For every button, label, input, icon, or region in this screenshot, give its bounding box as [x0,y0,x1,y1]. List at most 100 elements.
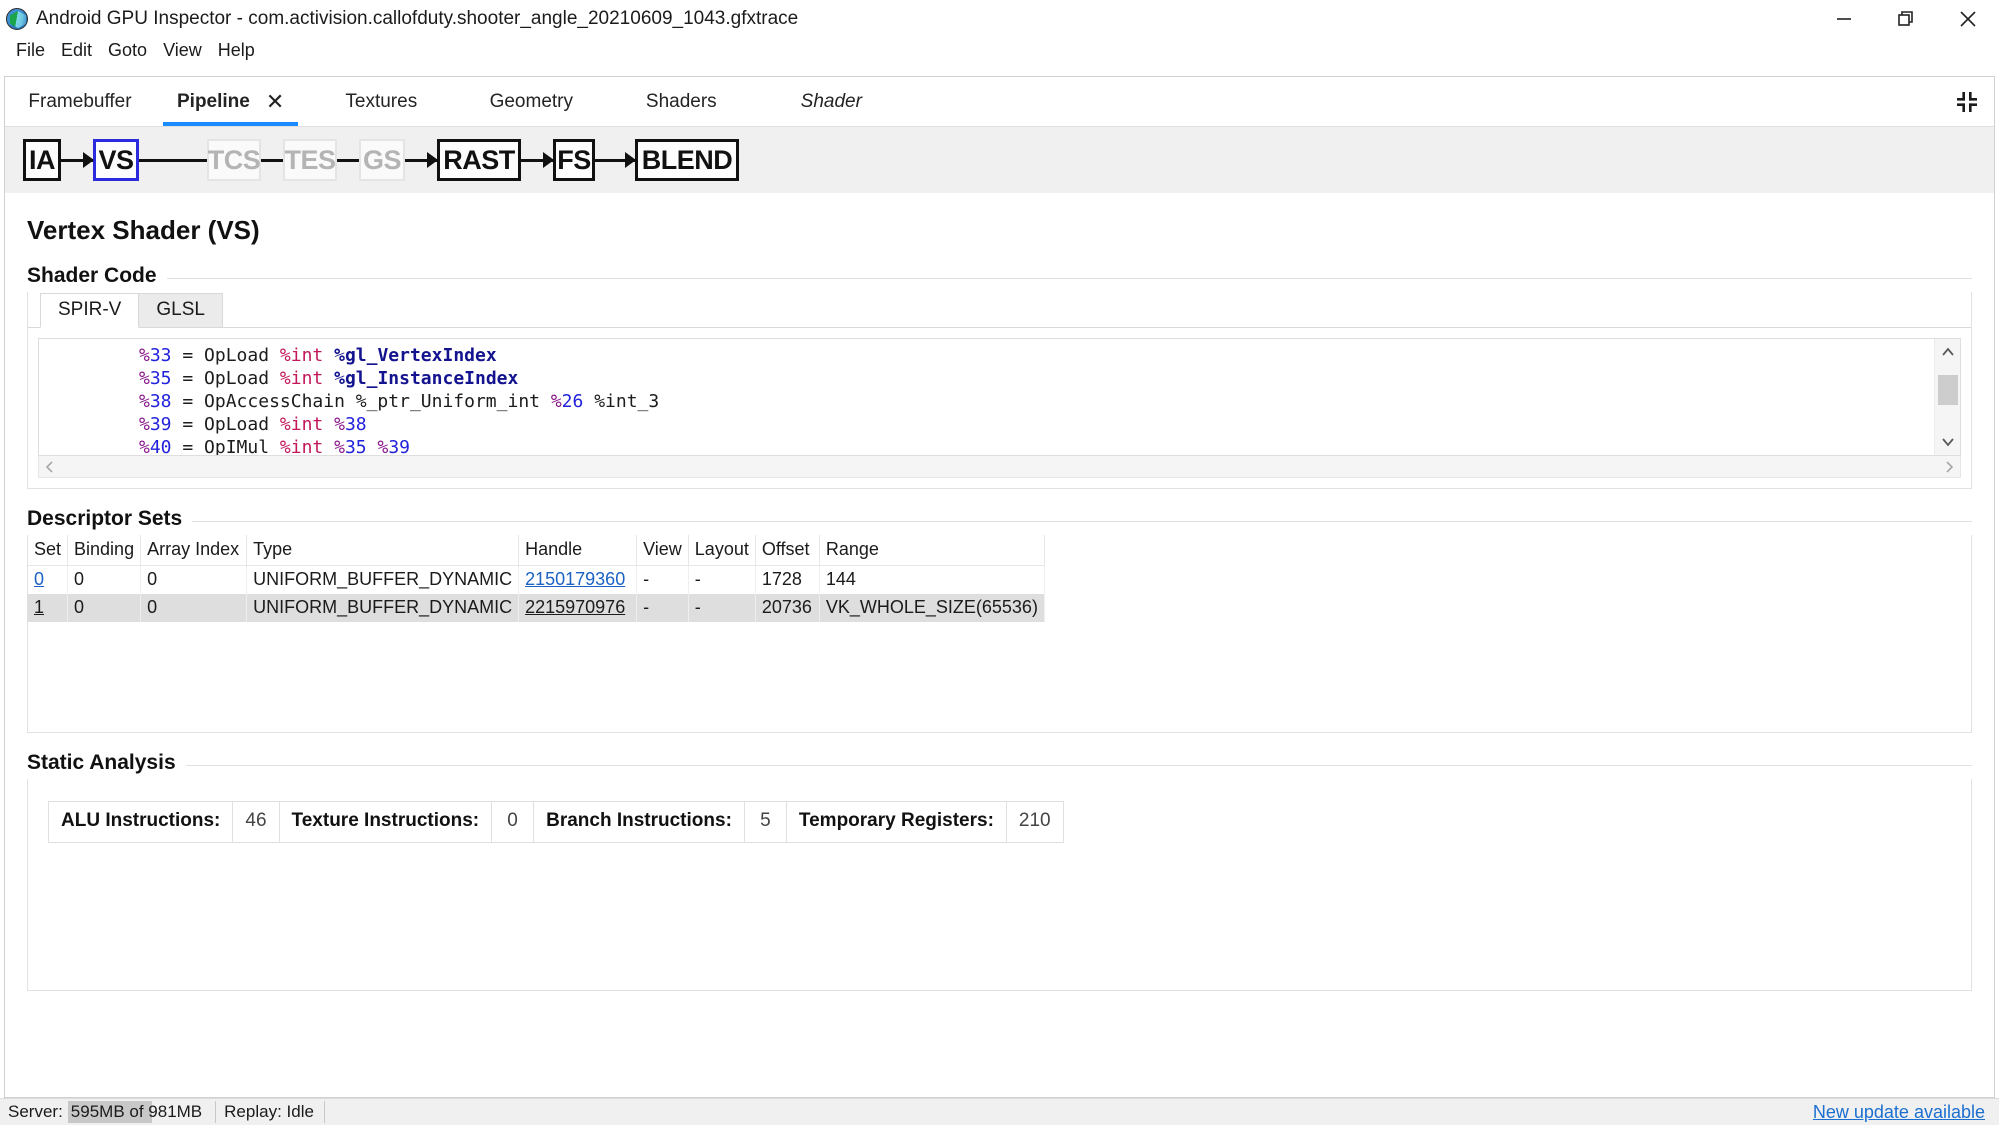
menu-item-edit[interactable]: Edit [53,38,100,64]
pipeline-stage-fs[interactable]: FS [553,139,595,181]
pipeline-link-tcs-tes [261,158,283,162]
tab-glsl[interactable]: GLSL [138,293,223,327]
cell-handle[interactable]: 2215970976 [518,594,638,622]
scroll-right-icon[interactable] [1938,457,1960,477]
table-row-empty [28,650,1044,678]
tab-framebuffer[interactable]: Framebuffer [5,77,155,126]
status-bar: Server: 595MB of 981MB Replay: Idle New … [0,1098,1999,1125]
new-update-link[interactable]: New update available [1813,1102,1985,1123]
close-icon[interactable]: ✕ [266,90,284,113]
column-header-handle[interactable]: Handle [518,535,638,566]
scroll-left-icon[interactable] [39,457,61,477]
menu-item-goto[interactable]: Goto [100,38,155,64]
cell-offset: 20736 [755,594,820,622]
tab-shader[interactable]: Shader [756,77,906,126]
metric-value-texture-instructions: 0 [492,802,535,842]
tab-label: Geometry [489,90,573,112]
metric-value-branch-instructions: 5 [745,802,787,842]
table-row-empty [28,622,1044,650]
metric-label-temporary-registers: Temporary Registers: [787,802,1007,842]
cell-offset: 1728 [755,565,820,594]
static-analysis-body: ALU Instructions: 46 Texture Instruction… [27,779,1972,991]
menu-item-view[interactable]: View [155,38,210,64]
tab-textures[interactable]: Textures [306,77,456,126]
tab-label: Shader [800,90,862,112]
code-line: %35 = OpLoad %int %gl_InstanceIndex [139,368,519,389]
set-link: 0 [34,569,45,589]
tab-shaders[interactable]: Shaders [606,77,756,126]
cell-handle[interactable]: 2150179360 [518,565,638,594]
minimize-button[interactable] [1813,0,1875,38]
collapse-panel-icon[interactable] [1950,85,1984,119]
server-label: Server: [8,1102,63,1121]
handle-link: 2150179360 [525,569,626,589]
active-tab-indicator [163,122,299,126]
group-title-shader-code: Shader Code [27,264,167,288]
shader-code-group: Shader Code SPIR-V GLSL %33 = OpLoad %in… [27,264,1972,489]
cell-layout: - [688,594,756,622]
pipeline-stage-gs[interactable]: GS [359,139,405,181]
pipeline-arrow-rast-fs [521,158,553,162]
window-title: Android GPU Inspector - com.activision.c… [36,8,799,29]
tab-label: Shaders [645,90,717,112]
group-divider [27,521,1972,522]
shader-code-editor-wrap: %33 = OpLoad %int %gl_VertexIndex %35 = O… [28,328,1971,456]
tab-pipeline[interactable]: Pipeline ✕ [155,77,306,126]
cell-range: VK_WHOLE_SIZE(65536) [819,594,1045,622]
cell-range: 144 [819,565,1045,594]
pipeline-stage-ia[interactable]: IA [23,139,61,181]
shader-detail-content: Vertex Shader (VS) Shader Code SPIR-V GL… [5,193,1994,1097]
column-header-array-index[interactable]: Array Index [140,535,248,566]
cell-set[interactable]: 1 [28,594,69,622]
shader-code-body: SPIR-V GLSL %33 = OpLoad %int %gl_Vertex… [27,292,1972,489]
page-title: Vertex Shader (VS) [27,215,260,245]
metric-label-branch-instructions: Branch Instructions: [534,802,745,842]
scroll-up-icon[interactable] [1935,339,1960,365]
close-button[interactable] [1937,0,1999,38]
title-bar: Android GPU Inspector - com.activision.c… [0,0,1999,38]
app-logo-icon [6,8,28,30]
shader-code-text: %33 = OpLoad %int %gl_VertexIndex %35 = O… [39,339,1934,455]
menu-item-help[interactable]: Help [210,38,263,64]
descriptor-sets-table: Set Binding Array Index Type Handle View… [28,535,1045,706]
code-vertical-scrollbar[interactable] [1934,339,1960,455]
table-row[interactable]: 0 0 0 UNIFORM_BUFFER_DYNAMIC 2150179360 … [28,565,1045,594]
descriptor-sets-group: Descriptor Sets Set Binding Array Index … [27,507,1972,733]
column-header-range[interactable]: Range [819,535,1045,566]
main-panel: Framebuffer Pipeline ✕ Textures Geometry… [4,76,1995,1098]
pipeline-stage-bar: IA VS TCS TES GS RAST FS BLEND [5,127,1994,193]
code-horizontal-scrollbar[interactable] [38,456,1961,478]
column-header-offset[interactable]: Offset [755,535,820,566]
column-header-view[interactable]: View [636,535,689,566]
column-header-type[interactable]: Type [246,535,520,566]
pipeline-stage-blend[interactable]: BLEND [635,139,739,181]
column-header-binding[interactable]: Binding [67,535,142,566]
group-title-static-analysis: Static Analysis [27,751,186,775]
pipeline-arrow-ia-vs [61,158,93,162]
cell-set[interactable]: 0 [28,565,69,594]
set-link: 1 [34,597,45,617]
code-scroll-thumb[interactable] [1938,375,1958,405]
pipeline-stage-vs[interactable]: VS [93,139,139,181]
status-server: Server: 595MB of 981MB [0,1101,217,1123]
tab-spirv[interactable]: SPIR-V [40,293,140,328]
restore-button[interactable] [1875,0,1937,38]
column-header-layout[interactable]: Layout [688,535,756,566]
cell-view: - [636,594,689,622]
pipeline-link-vs-tcs [139,158,207,162]
pipeline-stage-tes[interactable]: TES [283,139,337,181]
cell-view: - [636,565,689,594]
pipeline-stage-rast[interactable]: RAST [437,139,521,181]
tab-geometry[interactable]: Geometry [456,77,606,126]
column-header-set[interactable]: Set [28,535,69,566]
shader-code-editor[interactable]: %33 = OpLoad %int %gl_VertexIndex %35 = O… [38,338,1961,456]
pipeline-link-tes-gs [337,158,359,162]
server-memory-text: 595MB of 981MB [70,1102,203,1121]
metric-label-alu-instructions: ALU Instructions: [49,802,234,842]
pipeline-stage-tcs[interactable]: TCS [207,139,261,181]
table-row[interactable]: 1 0 0 UNIFORM_BUFFER_DYNAMIC 2215970976 … [28,594,1045,622]
tab-label: Textures [345,90,418,112]
metric-value-alu-instructions: 46 [233,802,280,842]
menu-item-file[interactable]: File [8,38,53,64]
scroll-down-icon[interactable] [1935,429,1960,455]
